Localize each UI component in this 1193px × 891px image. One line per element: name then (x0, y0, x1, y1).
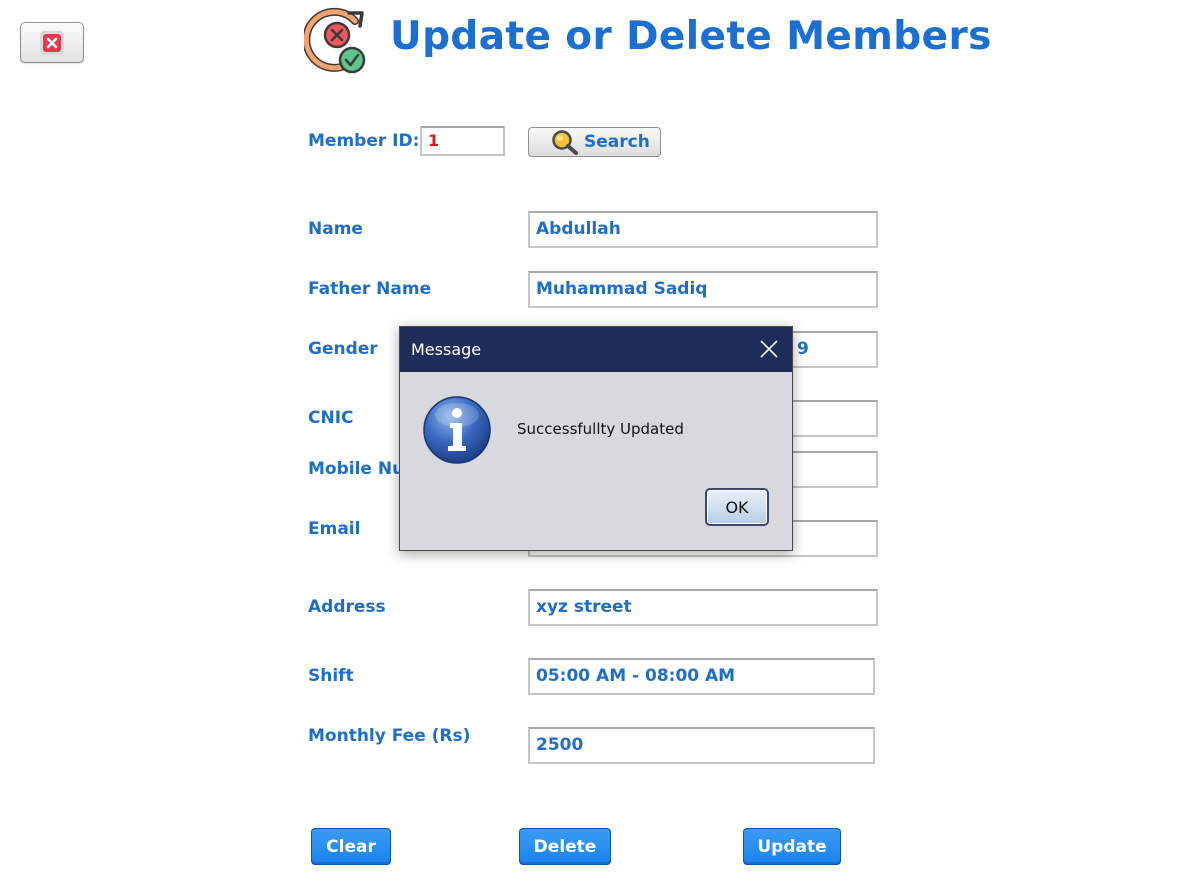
monthly-fee-input[interactable]: 2500 (528, 727, 875, 764)
search-button[interactable]: Search (528, 127, 661, 157)
update-button[interactable]: Update (743, 828, 841, 865)
ok-button[interactable]: OK (705, 488, 769, 526)
search-button-label: Search (584, 132, 650, 152)
mobile-number-label: Mobile Nu (308, 459, 405, 479)
member-id-label: Member ID: (308, 131, 420, 151)
sync-cancel-check-icon (304, 7, 366, 74)
dialog-title: Message (411, 340, 482, 359)
name-input[interactable]: Abdullah (528, 211, 878, 248)
message-dialog: Message Successfullty Updated OK (399, 326, 793, 551)
member-id-input[interactable]: 1 (420, 126, 505, 156)
cnic-label: CNIC (308, 408, 354, 428)
gender-label: Gender (308, 339, 378, 359)
clear-button[interactable]: Clear (311, 828, 391, 865)
email-label: Email (308, 519, 361, 539)
dialog-titlebar[interactable]: Message (400, 327, 792, 372)
monthly-fee-label: Monthly Fee (Rs) (308, 726, 471, 746)
close-icon (40, 30, 64, 55)
address-label: Address (308, 597, 386, 617)
name-label: Name (308, 219, 363, 239)
shift-label: Shift (308, 666, 354, 686)
close-window-button[interactable] (20, 22, 84, 63)
info-icon (423, 396, 491, 464)
father-name-label: Father Name (308, 279, 432, 299)
father-name-input[interactable]: Muhammad Sadiq (528, 271, 878, 308)
dialog-message: Successfullty Updated (517, 420, 684, 438)
page-title: Update or Delete Members (390, 14, 992, 59)
magnifier-icon (552, 130, 578, 155)
address-input[interactable]: xyz street (528, 589, 878, 626)
delete-button[interactable]: Delete (519, 828, 611, 865)
dialog-close-icon[interactable] (760, 340, 778, 358)
shift-input[interactable]: 05:00 AM - 08:00 AM (528, 658, 875, 695)
